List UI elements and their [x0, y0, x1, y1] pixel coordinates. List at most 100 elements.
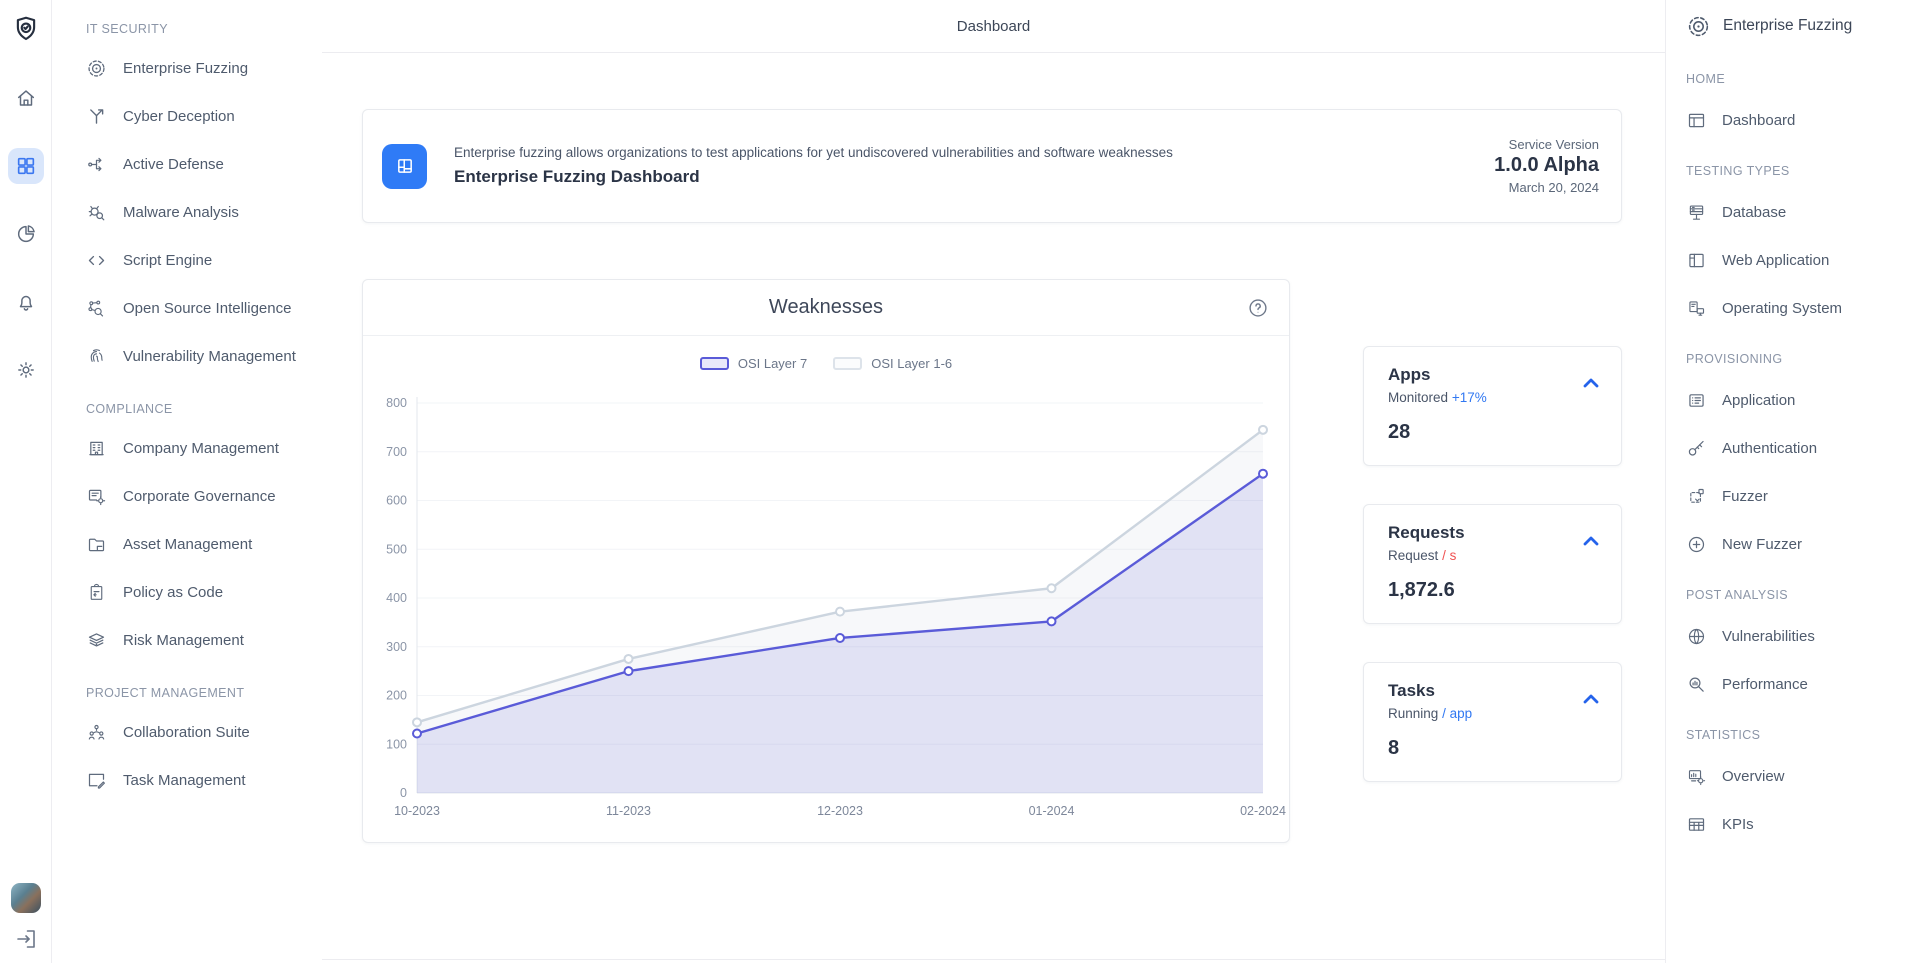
help-icon[interactable]: [1247, 297, 1269, 319]
svg-text:01-2024: 01-2024: [1029, 804, 1075, 818]
right-item-vulnerabilities[interactable]: Vulnerabilities: [1686, 612, 1920, 660]
dashboard-icon: [1686, 110, 1707, 131]
sidebar-item-label: Collaboration Suite: [123, 724, 250, 741]
chevron-up-icon[interactable]: [1579, 371, 1603, 395]
sidebar-item-label: Enterprise Fuzzing: [123, 60, 248, 77]
right-item-label: Authentication: [1722, 440, 1817, 457]
sidebar-item-corporate-governance[interactable]: Corporate Governance: [86, 472, 322, 520]
banner-card: Enterprise fuzzing allows organizations …: [362, 109, 1622, 223]
sidebar-item-vulnerability-management[interactable]: Vulnerability Management: [86, 332, 322, 380]
list-gear-icon: [86, 486, 107, 507]
stat-subtitle-text: Request: [1388, 548, 1438, 563]
section-header: STATISTICS: [1686, 718, 1920, 752]
svg-text:500: 500: [386, 542, 407, 556]
chart-title: Weaknesses: [769, 296, 883, 319]
service-version-date: March 20, 2024: [1494, 180, 1599, 195]
service-version-value: 1.0.0 Alpha: [1494, 154, 1599, 177]
right-item-authentication[interactable]: Authentication: [1686, 424, 1920, 472]
doc-edit-icon: [86, 770, 107, 791]
stat-card-subtitle: Monitored +17%: [1388, 390, 1601, 405]
left-sidebar: IT SECURITY Enterprise Fuzzing Cyber Decep…: [52, 0, 322, 963]
main-content: Enterprise fuzzing allows organizations …: [322, 52, 1665, 960]
plus-circle-icon: [1686, 534, 1707, 555]
sidebar-item-risk-management[interactable]: Risk Management: [86, 616, 322, 664]
right-item-overview[interactable]: Overview: [1686, 752, 1920, 800]
logout-icon[interactable]: [14, 927, 38, 951]
sidebar-item-collaboration-suite[interactable]: Collaboration Suite: [86, 708, 322, 756]
target-icon: [1686, 14, 1711, 39]
people-icon: [86, 722, 107, 743]
svg-text:700: 700: [386, 445, 407, 459]
folder-icon: [86, 534, 107, 555]
bell-icon[interactable]: [8, 284, 44, 320]
sidebar-item-enterprise-fuzzing[interactable]: Enterprise Fuzzing: [86, 44, 322, 92]
brand-row: Enterprise Fuzzing: [1686, 0, 1920, 52]
legend-swatch: [700, 357, 729, 370]
app-list-icon: [1686, 390, 1707, 411]
legend-item[interactable]: OSI Layer 7: [700, 356, 807, 371]
right-item-label: Operating System: [1722, 300, 1842, 317]
sidebar-item-script-engine[interactable]: Script Engine: [86, 236, 322, 284]
section-header: PROVISIONING: [1686, 342, 1920, 376]
section-header: HOME: [1686, 62, 1920, 96]
sidebar-item-label: Company Management: [123, 440, 279, 457]
grid-icon[interactable]: [8, 148, 44, 184]
svg-text:10-2023: 10-2023: [394, 804, 440, 818]
right-item-dashboard[interactable]: Dashboard: [1686, 96, 1920, 144]
fuzzer-icon: [1686, 486, 1707, 507]
legend-swatch: [833, 357, 862, 370]
right-item-application[interactable]: Application: [1686, 376, 1920, 424]
right-item-web-application[interactable]: Web Application: [1686, 236, 1920, 284]
stat-card-requests: Requests Request / s 1,872.6: [1363, 504, 1622, 624]
pie-chart-icon[interactable]: [8, 216, 44, 252]
section-header: IT SECURITY: [86, 14, 322, 44]
right-item-fuzzer[interactable]: Fuzzer: [1686, 472, 1920, 520]
sidebar-item-label: Policy as Code: [123, 584, 223, 601]
sidebar-item-malware-analysis[interactable]: Malware Analysis: [86, 188, 322, 236]
section-header: PROJECT MANAGEMENT: [86, 678, 322, 708]
osint-icon: [86, 298, 107, 319]
sidebar-item-task-management[interactable]: Task Management: [86, 756, 322, 804]
sidebar-item-label: Script Engine: [123, 252, 212, 269]
right-item-label: Dashboard: [1722, 112, 1795, 129]
sidebar-item-company-management[interactable]: Company Management: [86, 424, 322, 472]
home-icon[interactable]: [8, 80, 44, 116]
right-item-kpis[interactable]: KPIs: [1686, 800, 1920, 848]
right-item-operating-system[interactable]: Operating System: [1686, 284, 1920, 332]
database-icon: [1686, 202, 1707, 223]
legend-label: OSI Layer 1-6: [871, 356, 952, 371]
main-area: Dashboard Enterprise fuzzing allows orga…: [322, 0, 1665, 963]
chevron-up-icon[interactable]: [1579, 529, 1603, 553]
flow-icon: [86, 154, 107, 175]
sidebar-item-label: Vulnerability Management: [123, 348, 296, 365]
brand-label: Enterprise Fuzzing: [1723, 17, 1852, 35]
svg-text:400: 400: [386, 591, 407, 605]
chevron-up-icon[interactable]: [1579, 687, 1603, 711]
banner-description: Enterprise fuzzing allows organizations …: [454, 145, 1173, 160]
right-item-new-fuzzer[interactable]: New Fuzzer: [1686, 520, 1920, 568]
right-item-label: Database: [1722, 204, 1786, 221]
section-header: POST ANALYSIS: [1686, 578, 1920, 612]
right-item-label: Application: [1722, 392, 1795, 409]
globe-icon: [1686, 626, 1707, 647]
sidebar-item-policy-as-code[interactable]: Policy as Code: [86, 568, 322, 616]
gear-icon[interactable]: [8, 352, 44, 388]
legend-label: OSI Layer 7: [738, 356, 807, 371]
legend-item[interactable]: OSI Layer 1-6: [833, 356, 952, 371]
sidebar-item-cyber-deception[interactable]: Cyber Deception: [86, 92, 322, 140]
sidebar-item-asset-management[interactable]: Asset Management: [86, 520, 322, 568]
page-title: Dashboard: [957, 18, 1030, 35]
stat-card-subtitle: Request / s: [1388, 548, 1601, 563]
layers-icon: [86, 630, 107, 651]
right-item-performance[interactable]: Performance: [1686, 660, 1920, 708]
bug-search-icon: [86, 202, 107, 223]
section-header: TESTING TYPES: [1686, 154, 1920, 188]
topbar: Dashboard: [322, 0, 1665, 52]
overview-icon: [1686, 766, 1707, 787]
sidebar-item-open-source-intelligence[interactable]: Open Source Intelligence: [86, 284, 322, 332]
user-avatar[interactable]: [11, 883, 41, 913]
sidebar-item-label: Corporate Governance: [123, 488, 276, 505]
right-item-database[interactable]: Database: [1686, 188, 1920, 236]
right-item-label: KPIs: [1722, 816, 1754, 833]
sidebar-item-active-defense[interactable]: Active Defense: [86, 140, 322, 188]
